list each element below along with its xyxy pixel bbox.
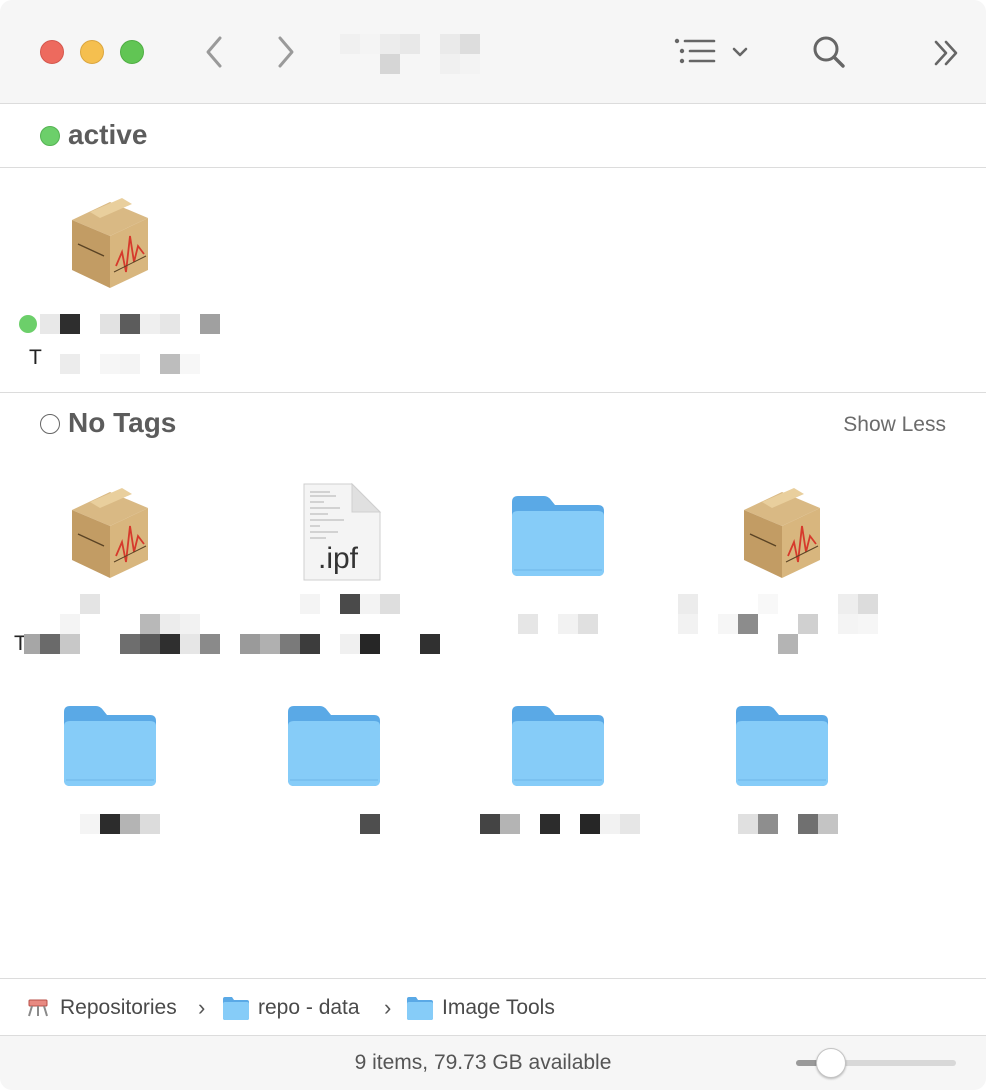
file-item-package[interactable]: T (0, 192, 220, 382)
magnifier-icon[interactable] (810, 34, 850, 70)
chevron-left-icon[interactable] (198, 34, 230, 70)
folder-icon (284, 698, 384, 798)
folder-item[interactable] (224, 698, 444, 838)
installer-package-icon (60, 192, 160, 292)
file-item-package[interactable] (672, 482, 892, 662)
folder-icon (407, 997, 433, 1020)
green-tag-dot-icon (19, 315, 37, 333)
folder-item[interactable] (0, 698, 220, 838)
zoom-button[interactable] (120, 40, 144, 64)
file-name-redacted (40, 314, 220, 334)
folder-icon (60, 698, 160, 798)
section-header-active: active (0, 104, 986, 168)
toolbar (0, 0, 986, 104)
empty-tag-circle-icon (40, 414, 60, 434)
file-name-redacted (60, 614, 200, 634)
chevron-right-icon[interactable] (270, 34, 302, 70)
installer-package-icon (732, 482, 832, 582)
file-name-redacted (60, 354, 200, 374)
file-name-redacted (300, 594, 400, 614)
file-name-redacted (518, 614, 618, 634)
path-bar: Repositories › repo - data › Image Tools (0, 978, 986, 1035)
installer-package-icon (60, 482, 160, 582)
finder-window: active T No Tags Show Less T .ipf Reposi… (0, 0, 986, 1090)
file-name-redacted (60, 594, 200, 614)
slider-thumb[interactable] (816, 1048, 847, 1078)
folder-icon (732, 698, 832, 798)
chevron-down-icon[interactable] (730, 42, 750, 62)
list-view-icon[interactable] (672, 36, 720, 68)
file-name-redacted (360, 814, 380, 834)
path-item-repositories[interactable]: Repositories (60, 995, 177, 1021)
folder-icon (508, 488, 608, 588)
folder-icon (223, 997, 249, 1020)
chevron-right-icon: › (384, 995, 392, 1020)
file-name-prefix: T (29, 346, 42, 369)
section-title: active (68, 119, 148, 150)
divider (0, 167, 986, 168)
file-item-package[interactable]: T (0, 482, 220, 662)
file-name-redacted (80, 814, 160, 834)
file-name-redacted (778, 634, 798, 654)
chevron-right-icon: › (198, 995, 206, 1020)
green-tag-dot-icon (40, 126, 60, 146)
folder-icon (508, 698, 608, 798)
file-name-redacted (24, 634, 220, 654)
folder-item[interactable] (448, 482, 668, 662)
show-less-button[interactable]: Show Less (843, 413, 946, 437)
folder-item[interactable] (448, 698, 668, 838)
section-title: No Tags (68, 407, 177, 438)
file-name-redacted (480, 814, 640, 834)
close-button[interactable] (40, 40, 64, 64)
double-chevron-right-icon[interactable] (930, 38, 964, 68)
file-name-redacted (678, 594, 878, 614)
minimize-button[interactable] (80, 40, 104, 64)
window-title-redacted (340, 34, 480, 74)
file-name-redacted (678, 614, 878, 634)
section-header-no-tags: No Tags Show Less (0, 393, 986, 457)
status-bar: 9 items, 79.73 GB available (0, 1035, 986, 1090)
file-extension-label: .ipf (318, 542, 359, 575)
file-name-redacted (738, 814, 838, 834)
path-item-repo-data[interactable]: repo - data (258, 995, 360, 1021)
folder-item[interactable] (672, 698, 892, 838)
hard-drive-icon (28, 999, 48, 1017)
file-item-ipf-document[interactable]: .ipf (224, 482, 444, 662)
file-name-redacted (240, 634, 440, 654)
path-item-image-tools[interactable]: Image Tools (442, 995, 555, 1021)
